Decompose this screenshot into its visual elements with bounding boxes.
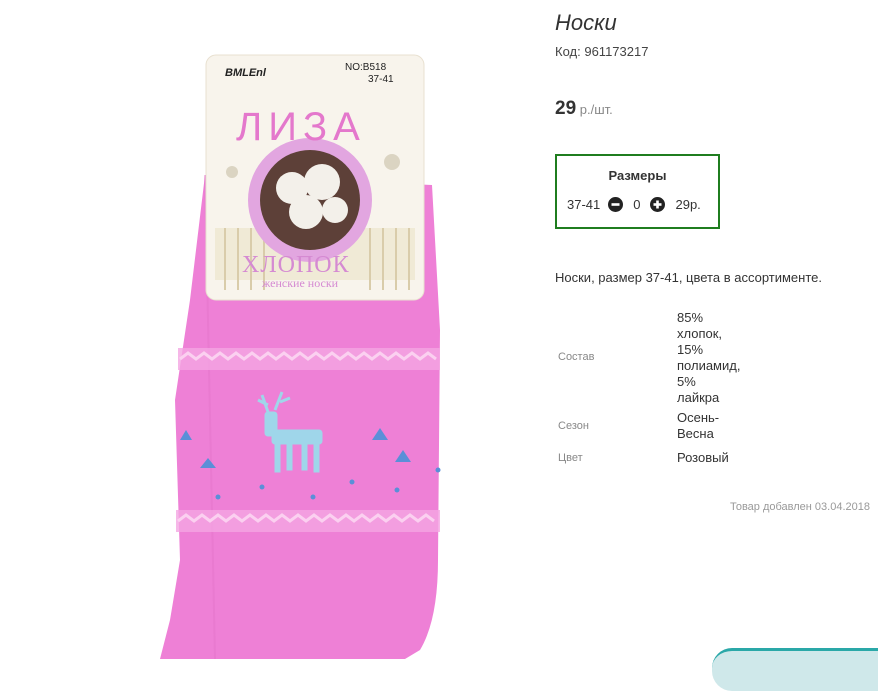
property-value-color: Розовый: [677, 450, 767, 466]
product-title: Носки: [555, 10, 617, 35]
decrease-quantity-button[interactable]: [608, 197, 624, 212]
increase-quantity-button[interactable]: [650, 197, 666, 212]
property-value-composition: 85% хлопок, 15% полиамид, 5% лайкра: [677, 310, 767, 406]
product-image: BMLEnl NO:B518 37-41 ЛИЗА ХЛОПОК женские…: [0, 0, 540, 660]
price-unit: р./шт.: [579, 102, 613, 117]
product-code-value: 961173217: [584, 44, 649, 59]
quantity-value[interactable]: 0: [633, 197, 640, 212]
added-date: Товар добавлен 03.04.2018: [729, 501, 870, 513]
composition-line: хлопок,: [677, 326, 723, 341]
size-label: 37-41: [567, 197, 601, 212]
composition-line: лайкра: [677, 390, 720, 405]
label-material: ХЛОПОК: [242, 252, 350, 278]
price-value: 29: [555, 98, 577, 119]
sizes-panel: Размеры 37-41 0 29р.: [555, 154, 720, 229]
floating-widget-edge[interactable]: [712, 648, 878, 691]
product-description: Носки, размер 37-41, цвета в ассортимент…: [555, 270, 822, 285]
season-line: Весна: [677, 426, 714, 441]
size-price: 29р.: [675, 197, 701, 212]
minus-icon: [611, 203, 620, 206]
property-value-season: Осень- Весна: [677, 410, 767, 442]
plus-icon: [653, 200, 662, 209]
composition-line: полиамид,: [677, 358, 741, 373]
sock-illustration: BMLEnl NO:B518 37-41 ЛИЗА ХЛОПОК женские…: [160, 54, 441, 660]
label-name: ЛИЗА: [236, 105, 366, 149]
size-row: 37-41 0 29р.: [567, 197, 701, 212]
sizes-title: Размеры: [608, 168, 667, 183]
composition-line: 85%: [677, 310, 704, 325]
label-subtitle: женские носки: [261, 276, 339, 290]
property-label-color: Цвет: [558, 452, 583, 464]
label-size: 37-41: [368, 74, 394, 85]
product-code-label: Код:: [555, 44, 581, 59]
composition-line: 15%: [677, 342, 704, 357]
product-price: 29 р./шт.: [555, 98, 613, 120]
label-brand: BMLEnl: [225, 67, 267, 79]
season-line: Осень-: [677, 410, 720, 425]
label-model: NO:B518: [345, 62, 387, 73]
composition-line: 5%: [677, 374, 696, 389]
property-label-composition: Состав: [558, 351, 595, 363]
color-line: Розовый: [677, 450, 729, 465]
property-label-season: Сезон: [558, 420, 589, 432]
product-code: Код: 961173217: [555, 44, 648, 59]
